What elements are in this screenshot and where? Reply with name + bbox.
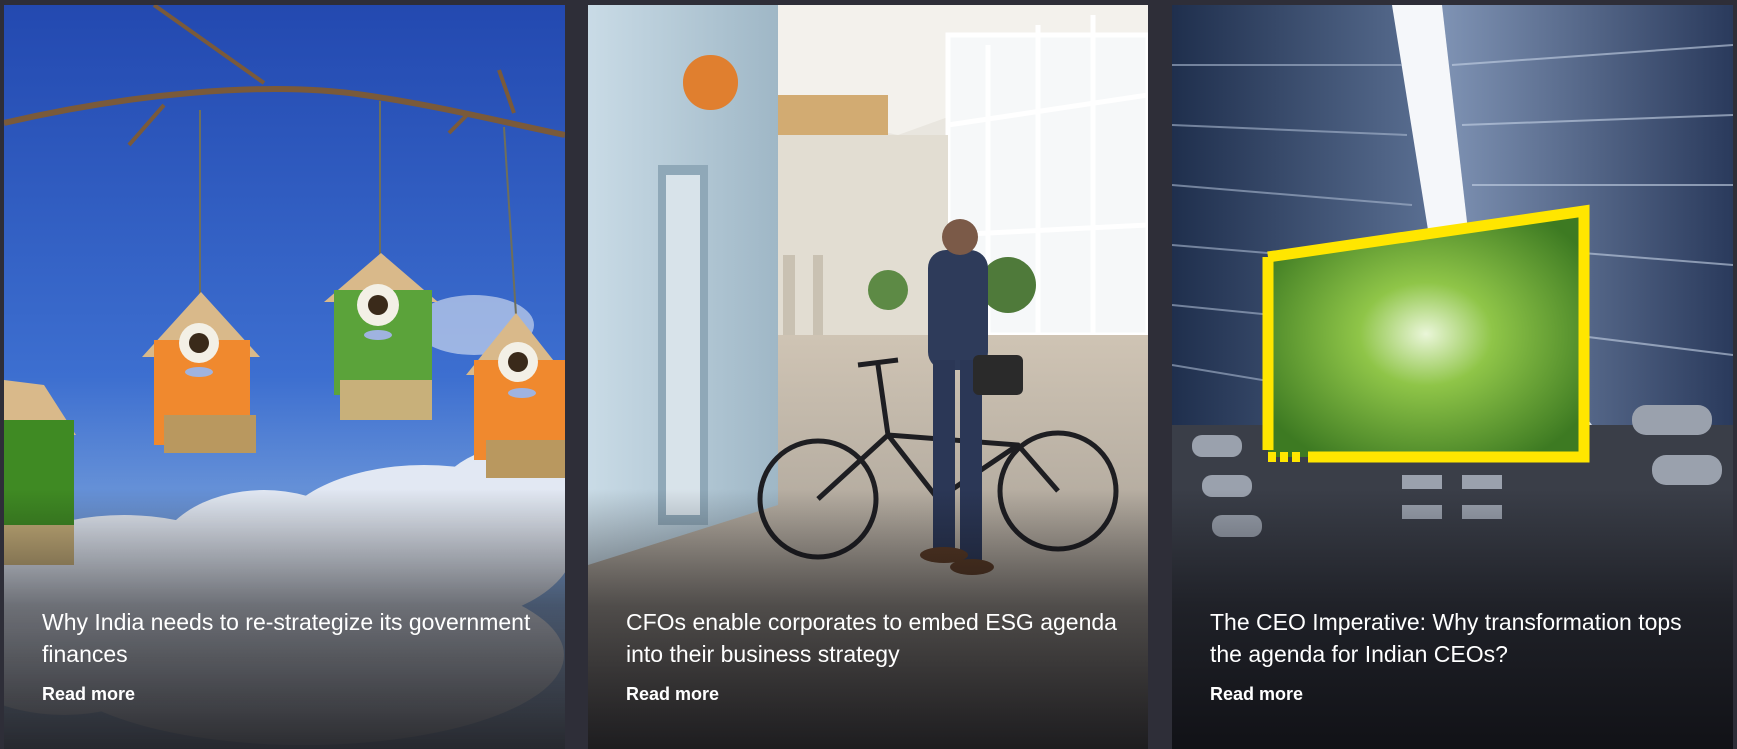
read-more-link[interactable]: Read more: [42, 684, 135, 705]
article-card[interactable]: CFOs enable corporates to embed ESG agen…: [588, 5, 1148, 749]
card-title[interactable]: The CEO Imperative: Why transformation t…: [1210, 606, 1703, 670]
card-text-block: Why India needs to re-strategize its gov…: [42, 606, 535, 705]
article-card[interactable]: The CEO Imperative: Why transformation t…: [1172, 5, 1733, 749]
read-more-link[interactable]: Read more: [1210, 684, 1303, 705]
card-title[interactable]: Why India needs to re-strategize its gov…: [42, 606, 535, 670]
article-card-grid: Why India needs to re-strategize its gov…: [0, 5, 1737, 749]
read-more-link[interactable]: Read more: [626, 684, 719, 705]
card-title[interactable]: CFOs enable corporates to embed ESG agen…: [626, 606, 1118, 670]
card-text-block: CFOs enable corporates to embed ESG agen…: [626, 606, 1118, 705]
card-text-block: The CEO Imperative: Why transformation t…: [1210, 606, 1703, 705]
article-card[interactable]: Why India needs to re-strategize its gov…: [4, 5, 565, 749]
